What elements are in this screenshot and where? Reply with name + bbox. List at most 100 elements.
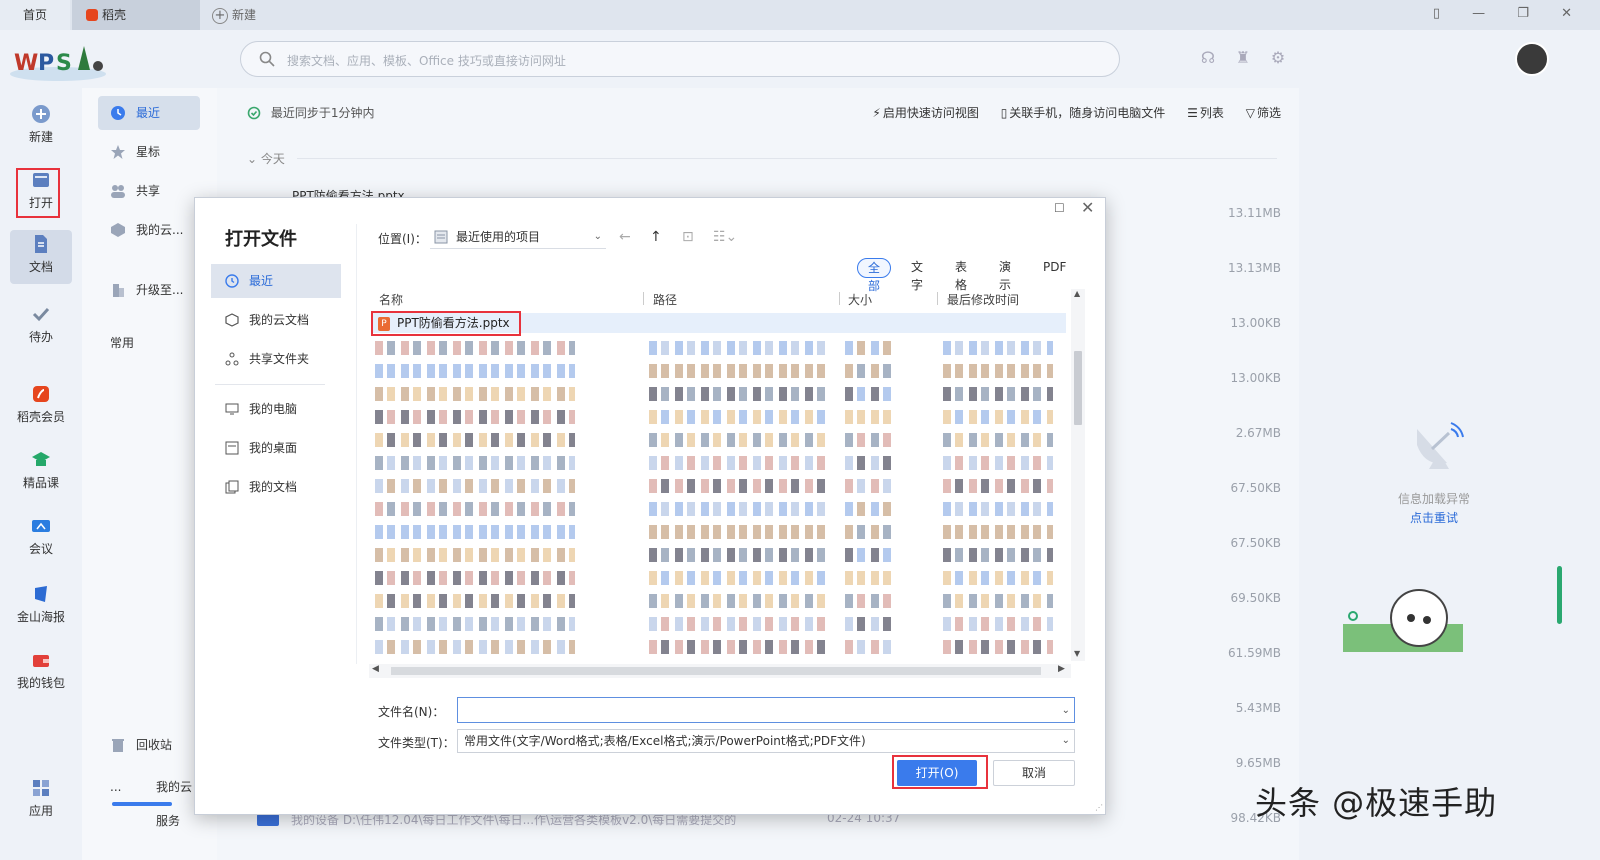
file-list: 名称 路径 大小 最后修改时间 P PPT防偷看方法.pptx ▲ ▼ ◀ ▶: [369, 289, 1087, 678]
p2-share[interactable]: 共享: [98, 174, 200, 208]
vertical-scrollbar[interactable]: ▲ ▼: [1071, 289, 1085, 661]
obscured-cell: [845, 364, 895, 378]
obscured-cell: [943, 387, 1053, 401]
dialog-title: 打开文件: [225, 229, 297, 250]
obscured-cell: [649, 410, 829, 424]
col-modified[interactable]: 最后修改时间: [947, 291, 1019, 308]
file-row-ppt[interactable]: P PPT防偷看方法.pptx: [371, 311, 521, 336]
phone-link-button[interactable]: ▯ 关联手机，随身访问电脑文件: [1001, 106, 1166, 120]
obscured-cell: [943, 410, 1053, 424]
filter-tab-ppt[interactable]: 演示: [989, 258, 1021, 292]
filter-tab-excel[interactable]: 表格: [945, 258, 977, 292]
filetype-label: 文件类型(T)：: [378, 736, 455, 750]
nav-member[interactable]: 稻壳会员: [10, 380, 72, 434]
col-name[interactable]: 名称: [379, 291, 403, 308]
obscured-cell: [649, 479, 829, 493]
obscured-cell: [845, 410, 895, 424]
p2-cloudsvc[interactable]: ... 我的云服务: [98, 770, 200, 828]
cloud-usage-bar: [112, 802, 172, 806]
dlg-side-desktop[interactable]: 我的桌面: [211, 431, 341, 465]
open-button[interactable]: 打开(O): [897, 760, 977, 786]
filter-tab-pdf[interactable]: PDF: [1033, 258, 1076, 278]
nav-meeting[interactable]: 会议: [10, 512, 72, 566]
filter-tab-all[interactable]: 全部: [857, 258, 892, 293]
nav-new[interactable]: 新建: [10, 100, 72, 154]
scroll-right-icon[interactable]: ▶: [1058, 664, 1065, 674]
dlg-side-pc-label: 我的电脑: [249, 402, 298, 416]
wps-logo-icon: W P S: [10, 46, 106, 81]
dlg-side-mydocs[interactable]: 我的文档: [211, 470, 341, 504]
headset-icon[interactable]: ☊: [1198, 48, 1218, 68]
dlg-side-shared[interactable]: 共享文件夹: [211, 342, 341, 376]
filter-button[interactable]: ▽ 筛选: [1246, 106, 1281, 120]
file-size: 13.00KB: [1230, 371, 1281, 385]
up-arrow-icon[interactable]: ↑: [650, 229, 662, 245]
daoke-icon: [86, 9, 98, 21]
horizontal-scrollbar[interactable]: ◀ ▶: [369, 664, 1071, 678]
new-folder-icon[interactable]: ⊡: [682, 229, 694, 245]
p2-mycloud[interactable]: 我的云...: [98, 213, 200, 247]
maximize-icon[interactable]: ☐: [1054, 201, 1070, 217]
obscured-cell: [649, 594, 829, 608]
tab-home[interactable]: 首页: [0, 0, 70, 30]
col-size[interactable]: 大小: [848, 291, 872, 308]
resize-grip-icon[interactable]: ⋰: [1095, 803, 1103, 812]
nav-docs[interactable]: 文档: [10, 230, 72, 284]
scroll-thumb[interactable]: [1074, 351, 1082, 425]
search-icon: [259, 51, 275, 67]
p2-upgrade[interactable]: 升级至...: [98, 273, 200, 307]
obscured-cell: [943, 640, 1053, 654]
scroll-left-icon[interactable]: ◀: [372, 664, 379, 674]
filename-input[interactable]: ⌄: [457, 697, 1075, 723]
tab-daoke[interactable]: 稻壳: [72, 0, 200, 30]
back-arrow-icon[interactable]: ←: [619, 229, 631, 245]
p2-recycle[interactable]: 回收站: [98, 728, 200, 762]
apps-grid-icon: [33, 780, 49, 796]
scroll-up-icon[interactable]: ▲: [1074, 289, 1080, 298]
p2-star[interactable]: 星标: [98, 135, 200, 169]
filetype-select[interactable]: 常用文件(文字/Word格式;表格/Excel格式;演示/PowerPoint格…: [457, 729, 1075, 753]
close-icon[interactable]: ✕: [1081, 198, 1099, 218]
p2-recent[interactable]: 最近: [98, 96, 200, 130]
side-scroll-indicator[interactable]: [1557, 566, 1562, 624]
settings-icon[interactable]: ⚙: [1268, 48, 1288, 68]
nav-course[interactable]: 精品课: [10, 446, 72, 500]
avatar[interactable]: [1515, 42, 1549, 76]
file-size: 67.50KB: [1230, 536, 1281, 550]
filter-tab-word[interactable]: 文字: [901, 258, 933, 292]
retry-link[interactable]: 点击重试: [1299, 509, 1569, 526]
obscured-cell: [943, 456, 1053, 470]
nav-poster[interactable]: 金山海报: [10, 580, 72, 634]
view-mode-icon[interactable]: ☷⌄: [713, 229, 737, 245]
dlg-side-recent[interactable]: 最近: [211, 264, 341, 298]
chevron-down-icon[interactable]: ⌄: [1062, 698, 1070, 724]
trash-icon: [112, 739, 124, 752]
location-select[interactable]: 最近使用的项目 ⌄: [430, 225, 606, 249]
window-controls[interactable]: ▯ — ❐ ✕: [1433, 6, 1586, 21]
obscured-cell: [845, 341, 895, 355]
quick-view-button[interactable]: ⚡ 启用快速访问视图: [872, 106, 978, 120]
column-divider: [643, 292, 644, 305]
search-input[interactable]: 搜索文档、应用、模板、Office 技巧或直接访问网址: [240, 41, 1120, 77]
obscured-cell: [649, 502, 829, 516]
dlg-side-cloud[interactable]: 我的云文档: [211, 303, 341, 337]
nav-apps[interactable]: 应用: [10, 774, 72, 828]
tab-new[interactable]: + 新建: [212, 0, 292, 30]
list-view-button[interactable]: ☰ 列表: [1187, 106, 1224, 120]
nav-todo[interactable]: 待办: [10, 300, 72, 354]
column-divider: [937, 292, 938, 305]
nav-wallet[interactable]: 我的钱包: [10, 646, 72, 700]
scroll-down-icon[interactable]: ▼: [1074, 649, 1080, 658]
col-path[interactable]: 路径: [653, 291, 677, 308]
obscured-cell: [375, 617, 575, 631]
dlg-side-mydocs-label: 我的文档: [249, 480, 298, 494]
dlg-side-pc[interactable]: 我的电脑: [211, 392, 341, 426]
cancel-button[interactable]: 取消: [993, 760, 1075, 786]
obscured-cell: [375, 571, 575, 585]
skin-icon[interactable]: ♜: [1233, 48, 1253, 68]
hscroll-thumb[interactable]: [391, 667, 1041, 675]
sync-text: 最近同步于1分钟内: [270, 106, 375, 120]
obscured-cell: [649, 525, 829, 539]
building-icon: [113, 284, 124, 297]
clock-icon: [111, 106, 125, 120]
